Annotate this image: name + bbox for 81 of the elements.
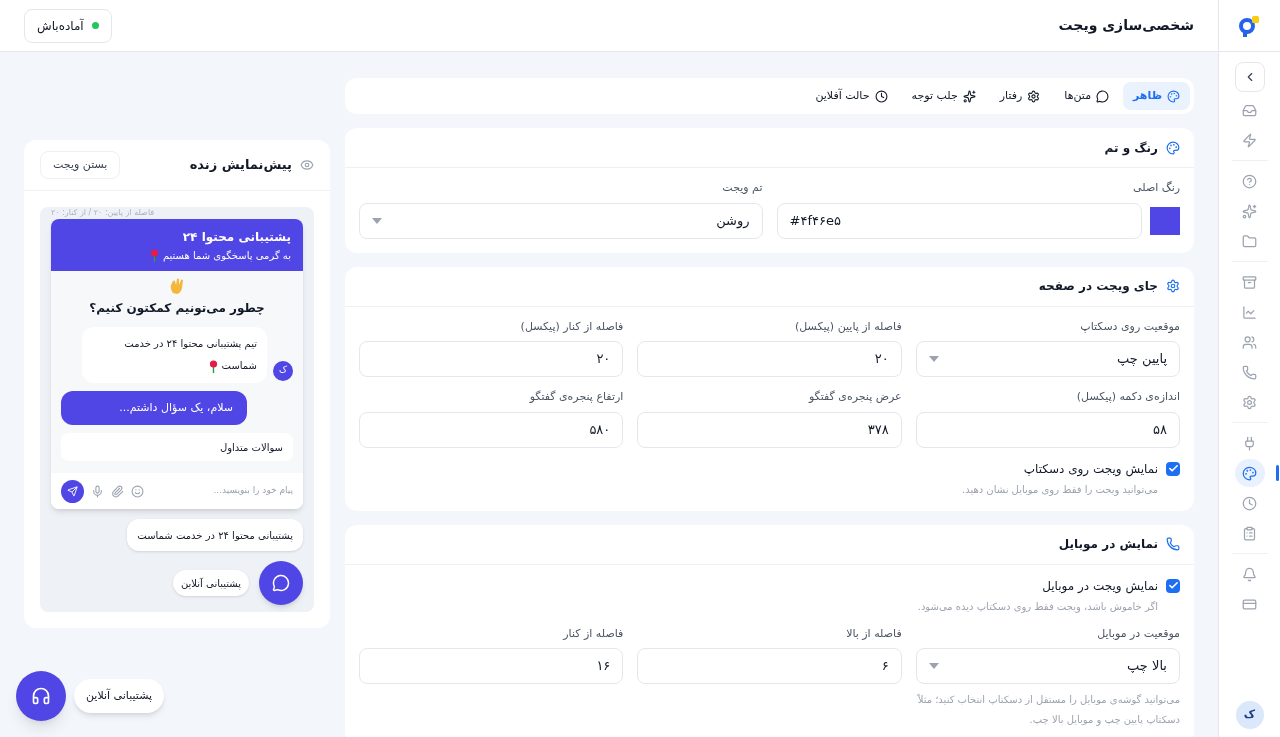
user-avatar[interactable]: ک [1235,701,1264,729]
chat-bubble-icon [1096,89,1110,103]
hint-text: اگر خاموش باشد، ویجت فقط روی دسکتاپ دیده می‌شود. [916,599,1159,614]
checkbox[interactable] [1166,578,1180,593]
page-title: شخصی‌سازی ویجت [1058,16,1194,36]
phone-icon [1166,537,1180,551]
rose-icon [208,359,218,373]
field-label: تم ویجت [721,180,763,196]
caret-icon [928,663,939,669]
field-label: اندازه‌ی دکمه (پیکسل) [1075,389,1180,405]
chat-question: چطور می‌تونیم کمکتون کنیم؟ [89,300,265,317]
field-label: موقعیت در موبایل [1096,625,1180,642]
card-title: نمایش در موبایل [1058,536,1158,553]
close-widget-button[interactable]: بستن ویجت [40,151,121,179]
palette-icon[interactable] [1234,459,1265,487]
quick-reply-chip[interactable]: سوالات متداول [61,433,293,461]
field-label: ارتفاع پنجره‌ی گفتگو [528,389,624,405]
logo-icon [1237,13,1262,38]
tab[interactable]: رفتار [989,82,1051,110]
field-label: موقعیت روی دسکتاپ [1079,318,1180,335]
clock-icon [874,89,888,103]
palette-icon [1166,140,1180,155]
checkbox[interactable] [1166,461,1180,476]
hint-text: می‌توانید گوشه‌ی موبایل را مستقل از دسکتاپ انتخاب کنید؛ مثلاً دسکتاپ پایین چپ و موبایل بالا چپ. [916,693,1180,728]
emoji-icon[interactable] [131,484,144,498]
waving-hand-icon [168,277,186,295]
checkbox-label: نمایش ویجت روی دسکتاپ [1023,460,1158,478]
field-label: فاصله از کنار [561,625,624,642]
color-input[interactable]: #۴f۴۶e۵ [776,202,1142,239]
field-label: رنگ اصلی [1132,180,1180,196]
chat-title: پشتیبانی محتوا ۲۴ [181,228,291,246]
caret-icon [372,217,382,224]
select-field[interactable]: بالا چپ [915,648,1180,684]
field-label: فاصله از کنار (پیکسل) [519,318,624,335]
rose-icon [149,249,159,262]
select-field[interactable]: روشن [359,202,763,239]
sparkles-icon [962,89,976,103]
tab[interactable]: حالت آفلاین [805,82,898,110]
input-field[interactable]: ۵۸ [915,411,1180,448]
attachment-icon[interactable] [111,484,124,498]
tab[interactable]: ظاهر [1123,82,1190,110]
agent-avatar: ک [273,361,293,381]
agent-message: تیم پشتیبانی محتوا ۲۴ در خدمت شماست [82,327,267,383]
preview-title: پیش‌نمایش زنده [189,156,292,175]
eye-icon [300,158,314,172]
send-button[interactable] [61,479,84,503]
launcher-label: پشتیبانی آنلاین [74,679,165,713]
send-icon [67,485,78,497]
input-field[interactable]: ۲۰ [359,341,624,377]
chat-subtitle: به گرمی پاسخگوی شما هستیم [63,247,291,263]
tab[interactable]: متن‌ها [1054,82,1120,110]
input-field[interactable]: ۶ [637,648,902,684]
field-label: عرض پنجره‌ی گفتگو [807,389,902,405]
field-label: فاصله از پایین (پیکسل) [793,318,902,335]
input-field[interactable]: ۲۰ [637,341,902,377]
input-field[interactable]: ۳۷۸ [637,411,902,448]
collapse-button[interactable] [1234,62,1265,92]
active-indicator [1275,465,1279,481]
teaser-bubble: پشتیبانی محتوا ۲۴ در خدمت شماست [127,519,303,551]
chat-launcher-button[interactable] [259,561,303,605]
launcher-label: پشتیبانی آنلاین [172,570,249,596]
input-field[interactable]: ۱۶ [359,648,624,684]
tab[interactable]: جلب توجه [901,82,986,110]
microphone-icon[interactable] [91,484,104,498]
status-label: آماده‌باش [37,17,84,35]
color-swatch[interactable] [1150,206,1180,235]
field-label: فاصله از بالا [845,625,902,642]
headset-icon [31,686,51,706]
select-field[interactable]: پایین چپ [915,341,1180,377]
card-title: رنگ و تم [1104,139,1158,157]
input-field[interactable]: ۵۸۰ [359,411,624,448]
settings-icon [1027,89,1041,103]
hint-text: می‌توانید ویجت را فقط روی موبایل نشان دهید. [961,482,1159,497]
caret-icon [928,356,939,362]
checkbox-label: نمایش ویجت در موبایل [1042,577,1158,595]
card-title: جای ویجت در صفحه [1038,278,1158,295]
chat-bubble-icon [272,574,290,592]
settings-icon [1166,279,1180,293]
palette-icon [1167,89,1180,103]
support-launcher-button[interactable] [16,671,66,721]
user-message: سلام، یک سؤال داشتم... [61,391,247,425]
